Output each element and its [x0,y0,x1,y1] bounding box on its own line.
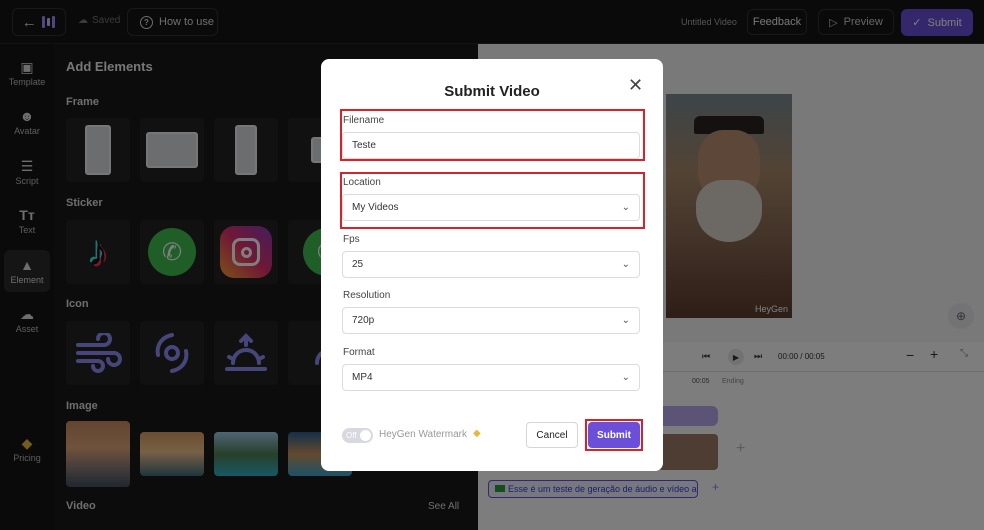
format-value: MP4 [352,372,373,383]
filename-field[interactable]: Teste [342,132,640,159]
submit-video-dialog: Submit Video ✕ Filename Teste Location M… [321,59,663,471]
chevron-down-icon: ⌄ [621,372,630,383]
location-value: My Videos [352,202,399,213]
cancel-button[interactable]: Cancel [526,422,578,448]
format-select[interactable]: MP4 ⌄ [342,364,640,391]
filename-label: Filename [343,115,385,126]
fps-select[interactable]: 25 ⌄ [342,251,640,278]
resolution-label: Resolution [343,290,391,301]
toggle-state-text: Off [346,431,357,440]
fps-label: Fps [343,234,360,245]
chevron-down-icon: ⌄ [621,315,630,326]
watermark-label: HeyGen Watermark [379,429,467,440]
resolution-value: 720p [352,315,375,326]
dialog-title: Submit Video [444,83,540,100]
chevron-down-icon: ⌄ [621,202,630,213]
filename-value: Teste [352,140,376,151]
close-icon[interactable]: ✕ [628,76,643,94]
location-select[interactable]: My Videos ⌄ [342,194,640,221]
watermark-toggle[interactable]: Off [342,428,373,443]
fps-value: 25 [352,259,364,270]
location-label: Location [343,177,381,188]
toggle-knob [360,430,371,441]
submit-button[interactable]: Submit [588,422,640,448]
resolution-select[interactable]: 720p ⌄ [342,307,640,334]
format-label: Format [343,347,375,358]
premium-gem-icon: ◆ [473,428,481,439]
chevron-down-icon: ⌄ [621,259,630,270]
